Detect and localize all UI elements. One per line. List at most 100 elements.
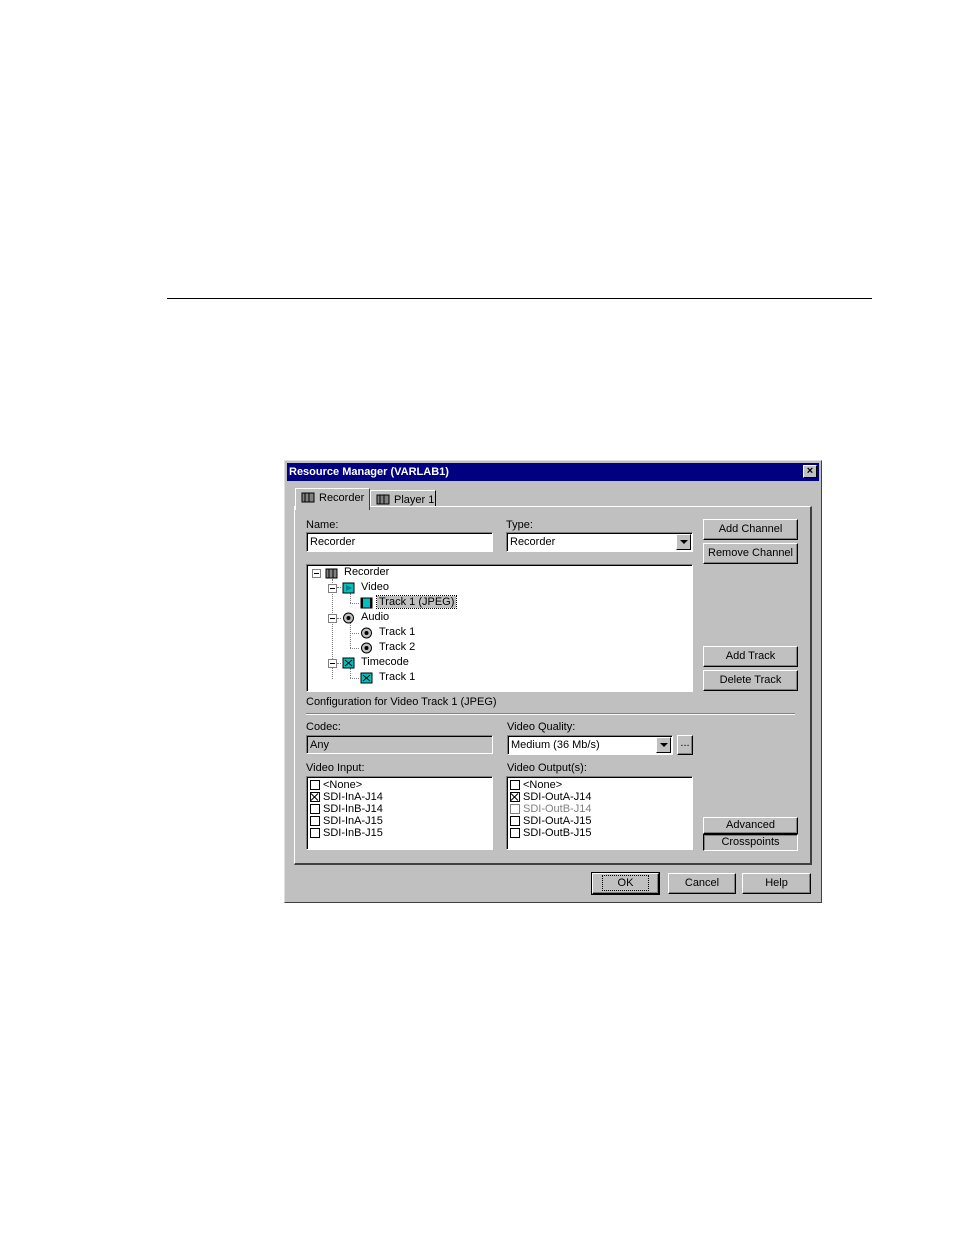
add-channel-button[interactable]: Add Channel	[703, 519, 798, 540]
title-bar[interactable]: Resource Manager (VARLAB1) ×	[287, 463, 819, 481]
tree-node-timecode[interactable]: Timecode	[359, 655, 411, 670]
checkbox[interactable]	[510, 828, 520, 838]
speaker-icon	[361, 642, 372, 654]
delete-track-button[interactable]: Delete Track	[703, 670, 798, 691]
remove-channel-button[interactable]: Remove Channel	[703, 543, 798, 564]
tree-node-audio-track-2[interactable]: Track 2	[377, 640, 417, 655]
video-outputs-list[interactable]: <None> SDI-OutA-J14 SDI-OutB-J14 SDI-Out…	[506, 776, 693, 850]
config-heading: Configuration for Video Track 1 (JPEG)	[306, 696, 497, 708]
quality-settings-button[interactable]: ...	[677, 735, 693, 755]
channel-tree[interactable]: Recorder Video Track 1 (JPEG) Audio Trac…	[306, 564, 693, 692]
codec-label: Codec:	[306, 721, 341, 733]
help-button[interactable]: Help	[742, 873, 811, 894]
type-label: Type:	[506, 519, 533, 531]
list-item[interactable]: SDI-OutA-J14	[510, 791, 591, 803]
name-input[interactable]: Recorder	[306, 532, 493, 552]
window-title: Resource Manager (VARLAB1)	[289, 466, 449, 478]
ok-label: OK	[601, 875, 650, 891]
tree-node-audio-track-1[interactable]: Track 1	[377, 625, 417, 640]
video-quality-label: Video Quality:	[507, 721, 576, 733]
tree-connector	[350, 648, 359, 649]
type-select-value: Recorder	[510, 536, 556, 548]
add-track-label: Add Track	[725, 650, 776, 662]
close-icon: ×	[806, 465, 814, 477]
checkbox[interactable]	[510, 792, 520, 802]
tree-node-label: Track 1	[379, 626, 416, 638]
collapse-toggle[interactable]	[328, 614, 337, 623]
checkbox[interactable]	[310, 816, 320, 826]
tab-recorder[interactable]: Recorder	[295, 488, 370, 510]
tree-connector	[337, 587, 341, 588]
list-item-label: SDI-InB-J14	[323, 803, 383, 815]
tree-node-recorder[interactable]: Recorder	[342, 565, 391, 580]
speaker-icon	[343, 612, 354, 624]
video-quality-value: Medium (36 Mb/s)	[511, 739, 600, 751]
add-track-button[interactable]: Add Track	[703, 646, 798, 667]
ellipsis-label: ...	[680, 737, 690, 749]
speaker-icon	[361, 627, 372, 639]
crosspoints-label: Crosspoints	[721, 836, 780, 848]
close-button[interactable]: ×	[803, 465, 817, 478]
checkbox[interactable]	[310, 792, 320, 802]
tree-connector	[350, 668, 351, 678]
advanced-button[interactable]: Advanced	[703, 817, 798, 834]
tree-node-video[interactable]: Video	[359, 580, 391, 595]
chevron-down-icon[interactable]	[656, 737, 671, 753]
tree-node-label: Track 1 (JPEG)	[375, 595, 458, 609]
list-item-label: SDI-InA-J14	[323, 791, 383, 803]
list-item[interactable]: SDI-InA-J15	[310, 815, 383, 827]
help-label: Help	[765, 877, 788, 889]
list-item[interactable]: SDI-InA-J14	[310, 791, 383, 803]
timecode-icon	[342, 657, 355, 669]
checkbox[interactable]	[310, 828, 320, 838]
tree-connector	[350, 678, 359, 679]
channel-icon	[325, 568, 338, 579]
video-icon	[342, 582, 355, 594]
tree-node-timecode-track[interactable]: Track 1	[377, 670, 417, 685]
remove-channel-label: Remove Channel	[708, 547, 793, 559]
list-item[interactable]: SDI-InB-J14	[310, 803, 383, 815]
list-item[interactable]: <None>	[510, 779, 562, 791]
checkbox[interactable]	[310, 780, 320, 790]
list-item-label: SDI-InB-J15	[323, 827, 383, 839]
type-select[interactable]: Recorder	[506, 532, 693, 552]
list-item[interactable]: SDI-InB-J15	[310, 827, 383, 839]
list-item[interactable]: SDI-OutB-J15	[510, 827, 591, 839]
crosspoints-button[interactable]: Crosspoints	[703, 834, 798, 851]
tree-node-video-track[interactable]: Track 1 (JPEG)	[375, 595, 458, 610]
page-rule	[167, 298, 872, 299]
advanced-label: Advanced	[726, 819, 775, 831]
list-item[interactable]: SDI-OutA-J15	[510, 815, 591, 827]
collapse-toggle[interactable]	[312, 569, 321, 578]
list-item-label: <None>	[323, 779, 363, 791]
tree-connector	[350, 593, 351, 603]
tree-node-label: Video	[361, 581, 389, 593]
list-item-label: SDI-OutA-J14	[523, 791, 592, 803]
chevron-down-icon[interactable]	[676, 534, 691, 550]
channel-icon	[301, 492, 315, 503]
tree-node-label: Track 2	[379, 641, 416, 653]
checkbox[interactable]	[510, 816, 520, 826]
collapse-toggle[interactable]	[328, 584, 337, 593]
cancel-button[interactable]: Cancel	[668, 873, 736, 894]
tree-node-label: Audio	[361, 611, 390, 623]
tree-node-audio[interactable]: Audio	[359, 610, 391, 625]
list-item: SDI-OutB-J14	[510, 803, 591, 815]
codec-field: Any	[306, 735, 493, 754]
video-quality-select[interactable]: Medium (36 Mb/s)	[507, 735, 673, 755]
checkbox	[510, 804, 520, 814]
ok-button[interactable]: OK	[591, 872, 660, 895]
tree-connector	[337, 618, 341, 619]
resource-manager-dialog: Resource Manager (VARLAB1) × Recorder Pl…	[284, 460, 822, 903]
tree-connector	[350, 603, 359, 604]
tree-connector	[337, 663, 341, 664]
list-item[interactable]: <None>	[310, 779, 362, 791]
checkbox[interactable]	[310, 804, 320, 814]
name-label: Name:	[306, 519, 339, 531]
list-item-label: SDI-InA-J15	[323, 815, 383, 827]
list-item-label: <None>	[523, 779, 563, 791]
collapse-toggle[interactable]	[328, 659, 337, 668]
checkbox[interactable]	[510, 780, 520, 790]
video-input-list[interactable]: <None> SDI-InA-J14 SDI-InB-J14 SDI-InA-J…	[306, 776, 493, 850]
cancel-label: Cancel	[684, 877, 720, 889]
